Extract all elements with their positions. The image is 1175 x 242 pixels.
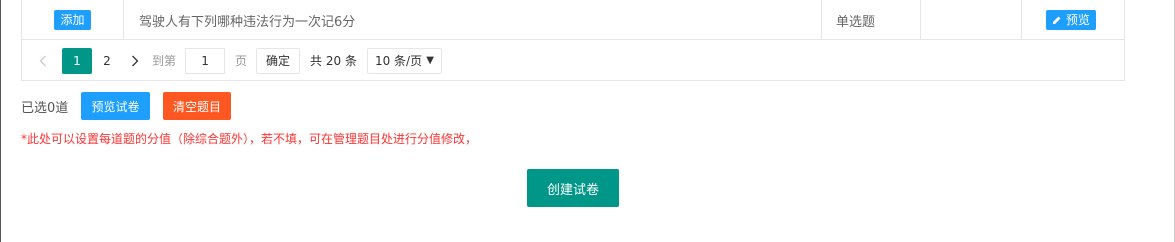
selected-count: 已选0道 bbox=[21, 101, 69, 116]
page-size-select[interactable]: 10 条/页 ▼ bbox=[366, 47, 442, 74]
page-size-value: 10 条/页 bbox=[374, 54, 423, 68]
next-page-button[interactable] bbox=[126, 50, 144, 72]
goto-page-input[interactable] bbox=[185, 47, 226, 74]
preview-paper-button[interactable]: 预览试卷 bbox=[81, 92, 150, 120]
total-count: 共 20 条 bbox=[310, 54, 357, 68]
chevron-left-icon bbox=[39, 55, 46, 66]
page-1[interactable]: 1 bbox=[62, 47, 92, 74]
question-cell: 驾驶人有下列哪种违法行为一次记6分 bbox=[124, 0, 822, 40]
goto-label: 到第 bbox=[152, 54, 177, 68]
page-left-border bbox=[0, 0, 1, 242]
edit-icon bbox=[1052, 16, 1061, 24]
score-note: *此处可以设置每道题的分值（除综合题外），若不填，可在管理题目处进行分值修改， bbox=[21, 132, 478, 146]
chevron-right-icon bbox=[132, 55, 139, 66]
page-2[interactable]: 2 bbox=[92, 48, 122, 74]
table-row: 添加 驾驶人有下列哪种违法行为一次记6分 单选题 预览 bbox=[22, 0, 1124, 40]
question-table: 添加 驾驶人有下列哪种违法行为一次记6分 单选题 预览 1 2 到第 页 确定 bbox=[21, 0, 1125, 81]
pagination: 1 2 到第 页 确定 共 20 条 10 条/页 ▼ bbox=[22, 41, 1124, 80]
create-paper-button[interactable]: 创建试卷 bbox=[527, 169, 619, 207]
add-button[interactable]: 添加 bbox=[54, 10, 91, 30]
dropdown-caret-icon: ▼ bbox=[426, 55, 434, 66]
page-unit-label: 页 bbox=[235, 54, 248, 68]
preview-button-label: 预览 bbox=[1065, 13, 1090, 27]
prev-page-button[interactable] bbox=[34, 50, 52, 72]
type-cell: 单选题 bbox=[822, 0, 921, 40]
preview-button[interactable]: 预览 bbox=[1045, 10, 1096, 30]
score-cell[interactable] bbox=[921, 0, 1022, 40]
action-cell: 添加 bbox=[22, 0, 124, 40]
goto-confirm-button[interactable]: 确定 bbox=[256, 47, 301, 74]
clear-questions-button[interactable]: 清空题目 bbox=[163, 92, 231, 120]
preview-cell: 预览 bbox=[1022, 0, 1124, 40]
